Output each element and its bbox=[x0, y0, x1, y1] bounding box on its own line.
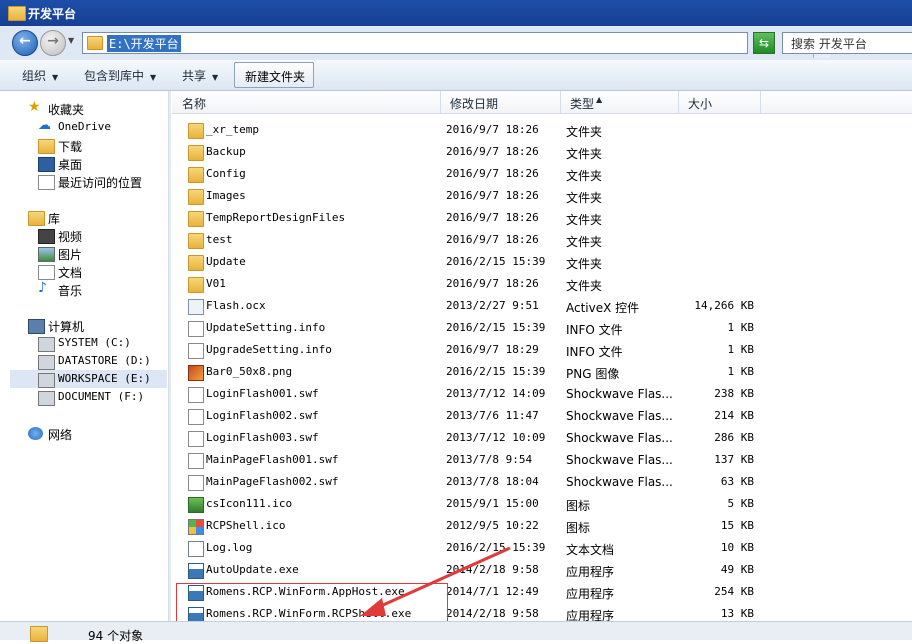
status-bar: 94 个对象 bbox=[0, 621, 912, 643]
folder-icon bbox=[30, 626, 48, 642]
annotation-arrow-head bbox=[360, 598, 386, 616]
annotation-arrow-line bbox=[371, 546, 511, 612]
annotation-arrow bbox=[360, 546, 511, 616]
item-count: 94 个对象 bbox=[88, 629, 144, 643]
